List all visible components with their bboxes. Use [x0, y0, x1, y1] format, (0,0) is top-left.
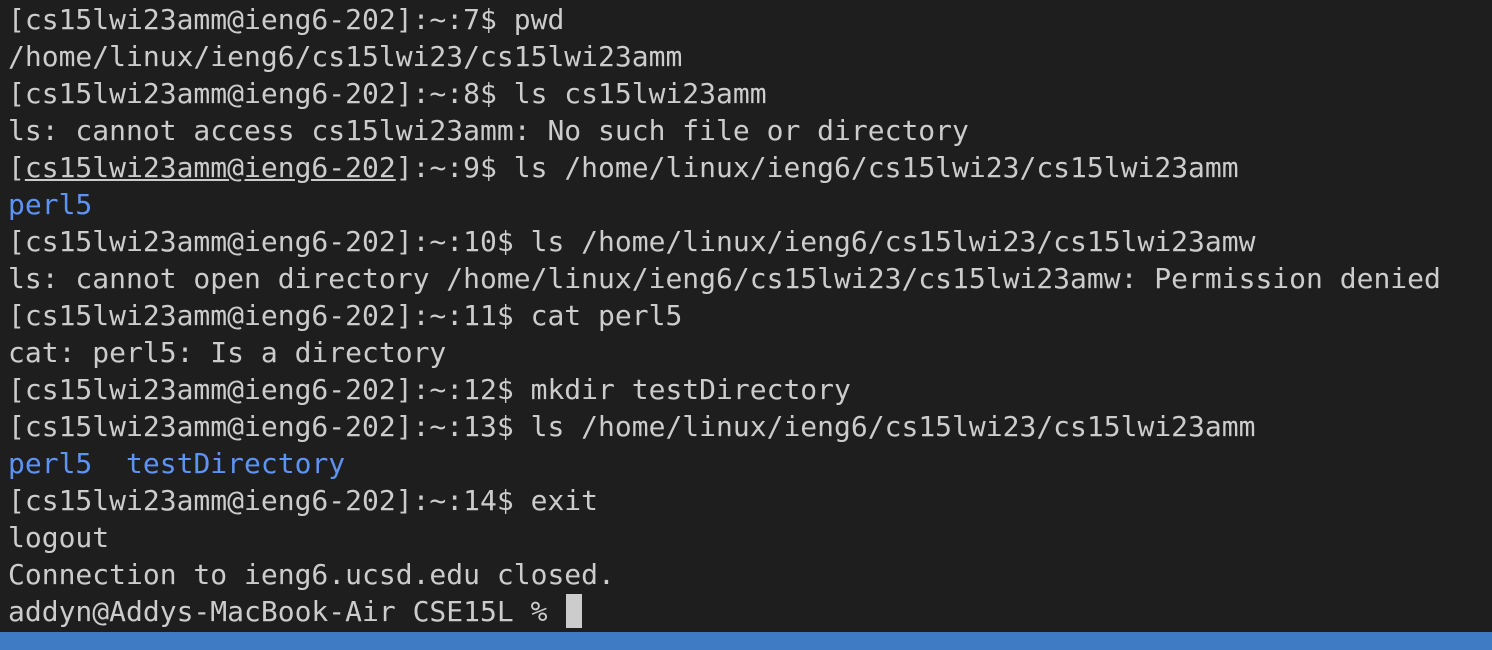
local-shell-prompt: addyn@Addys-MacBook-Air CSE15L %: [8, 595, 565, 628]
text-cursor: [566, 594, 583, 628]
terminal-line-output: ls: cannot access cs15lwi23amm: No such …: [8, 112, 969, 149]
shell-prompt: [cs15lwi23amm@ieng6-202]:~:11$: [8, 299, 514, 332]
shell-prompt-user-link[interactable]: cs15lwi23amm@ieng6-202: [25, 151, 396, 184]
command-text: cat perl5: [513, 299, 683, 332]
command-text: exit: [513, 484, 599, 517]
command-output: cat: perl5: Is a directory: [8, 336, 447, 369]
terminal-line-prompt: [cs15lwi23amm@ieng6-202]:~:12$ mkdir tes…: [8, 371, 851, 408]
terminal-line-prompt: [cs15lwi23amm@ieng6-202]:~:9$ ls /home/l…: [8, 149, 1239, 186]
terminal-line-output: ls: cannot open directory /home/linux/ie…: [8, 260, 1441, 297]
directory-entry: perl5: [8, 188, 93, 221]
terminal-line-prompt: [cs15lwi23amm@ieng6-202]:~:14$ exit: [8, 482, 598, 519]
command-text: pwd: [496, 3, 565, 36]
shell-prompt-close: ]:~:9$: [395, 151, 497, 184]
command-text: mkdir testDirectory: [513, 373, 851, 406]
command-output: logout: [8, 521, 110, 554]
terminal-line-prompt: [cs15lwi23amm@ieng6-202]:~:7$ pwd: [8, 1, 564, 38]
terminal-line-prompt: [cs15lwi23amm@ieng6-202]:~:13$ ls /home/…: [8, 408, 1255, 445]
terminal-line-prompt: [cs15lwi23amm@ieng6-202]:~:11$ cat perl5: [8, 297, 682, 334]
shell-prompt-open: [: [8, 151, 25, 184]
command-output: ls: cannot open directory /home/linux/ie…: [8, 262, 1441, 295]
shell-prompt: [cs15lwi23amm@ieng6-202]:~:13$: [8, 410, 514, 443]
terminal-line-dir-listing: perl5: [8, 186, 92, 223]
command-output: ls: cannot access cs15lwi23amm: No such …: [8, 114, 969, 147]
terminal-line-dir-listing: perl5 testDirectory: [8, 445, 345, 482]
command-text: ls /home/linux/ieng6/cs15lwi23/cs15lwi23…: [513, 410, 1256, 443]
terminal-line-output: logout: [8, 519, 109, 556]
status-bar: [0, 632, 1492, 650]
terminal-line-output: /home/linux/ieng6/cs15lwi23/cs15lwi23amm: [8, 38, 682, 75]
terminal-line-prompt: [cs15lwi23amm@ieng6-202]:~:8$ ls cs15lwi…: [8, 75, 767, 112]
directory-entry: perl5: [8, 447, 93, 480]
terminal-line-output: Connection to ieng6.ucsd.edu closed.: [8, 556, 615, 593]
command-output: /home/linux/ieng6/cs15lwi23/cs15lwi23amm: [8, 40, 683, 73]
terminal-line-prompt: [cs15lwi23amm@ieng6-202]:~:10$ ls /home/…: [8, 223, 1255, 260]
command-text: ls cs15lwi23amm: [496, 77, 767, 110]
shell-prompt: [cs15lwi23amm@ieng6-202]:~:12$: [8, 373, 514, 406]
terminal-input-line[interactable]: addyn@Addys-MacBook-Air CSE15L %: [8, 593, 583, 630]
command-text: ls /home/linux/ieng6/cs15lwi23/cs15lwi23…: [513, 225, 1256, 258]
terminal-window[interactable]: [cs15lwi23amm@ieng6-202]:~:7$ pwd /home/…: [0, 0, 1492, 632]
directory-entry: testDirectory: [126, 447, 346, 480]
command-text: ls /home/linux/ieng6/cs15lwi23/cs15lwi23…: [496, 151, 1239, 184]
shell-prompt: [cs15lwi23amm@ieng6-202]:~:7$: [8, 3, 497, 36]
terminal-line-output: cat: perl5: Is a directory: [8, 334, 446, 371]
command-output: Connection to ieng6.ucsd.edu closed.: [8, 558, 615, 591]
shell-prompt: [cs15lwi23amm@ieng6-202]:~:8$: [8, 77, 497, 110]
shell-prompt: [cs15lwi23amm@ieng6-202]:~:14$: [8, 484, 514, 517]
shell-prompt: [cs15lwi23amm@ieng6-202]:~:10$: [8, 225, 514, 258]
